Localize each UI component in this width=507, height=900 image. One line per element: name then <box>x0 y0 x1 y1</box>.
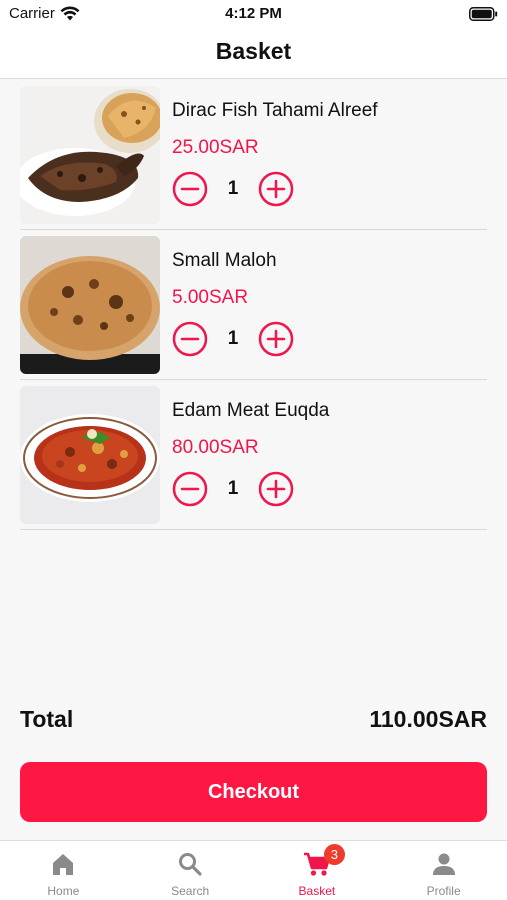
tab-label: Basket <box>298 884 336 898</box>
home-icon <box>53 854 74 875</box>
decrease-quantity-button[interactable] <box>172 171 208 207</box>
quantity-value: 1 <box>227 478 239 499</box>
quantity-value: 1 <box>227 328 239 349</box>
item-price: 80.00SAR <box>172 437 259 458</box>
basket-item: Edam Meat Euqda 80.00SAR 1 <box>20 380 487 530</box>
tab-search[interactable]: Search <box>127 841 254 900</box>
tab-profile[interactable]: Profile <box>380 841 507 900</box>
quantity-stepper: 1 <box>172 321 294 357</box>
page-title: Basket <box>215 38 292 64</box>
increase-quantity-button[interactable] <box>258 321 294 357</box>
quantity-value: 1 <box>227 178 239 199</box>
item-price: 25.00SAR <box>172 137 259 158</box>
increase-quantity-button[interactable] <box>258 471 294 507</box>
decrease-quantity-button[interactable] <box>172 321 208 357</box>
total-value: 110.00SAR <box>369 706 487 732</box>
checkout-label: Checkout <box>207 780 300 803</box>
item-name: Edam Meat Euqda <box>172 400 330 421</box>
item-price: 5.00SAR <box>172 287 249 308</box>
tab-label: Home <box>47 884 80 898</box>
search-icon <box>179 853 202 876</box>
item-name: Dirac Fish Tahami Alreef <box>172 100 378 121</box>
tab-basket[interactable]: 3 Basket <box>254 841 381 900</box>
status-bar: Carrier 4:12 PM <box>0 0 507 28</box>
decrease-quantity-button[interactable] <box>172 471 208 507</box>
cart-count-badge: 3 <box>323 844 345 865</box>
basket-list: Dirac Fish Tahami Alreef 25.00SAR 1 Smal… <box>20 80 487 530</box>
nav-header: Basket <box>0 28 507 79</box>
basket-item: Dirac Fish Tahami Alreef 25.00SAR 1 <box>20 80 487 230</box>
item-name: Small Maloh <box>172 250 277 271</box>
tab-label: Search <box>171 884 210 898</box>
increase-quantity-button[interactable] <box>258 171 294 207</box>
checkout-button[interactable]: Checkout <box>20 762 487 822</box>
battery-icon <box>469 7 498 25</box>
quantity-stepper: 1 <box>172 471 294 507</box>
tab-bar: Home Search 3 Basket Profile <box>0 840 507 900</box>
item-image-meat-stew <box>20 386 160 524</box>
status-time: 4:12 PM <box>225 5 282 22</box>
item-image-grilled-fish <box>20 86 160 224</box>
quantity-stepper: 1 <box>172 171 294 207</box>
tab-home[interactable]: Home <box>0 841 127 900</box>
tab-label: Profile <box>426 884 461 898</box>
item-image-maloh-bread <box>20 236 160 374</box>
person-icon <box>432 853 455 875</box>
total-label: Total <box>20 706 74 732</box>
basket-item: Small Maloh 5.00SAR 1 <box>20 230 487 380</box>
